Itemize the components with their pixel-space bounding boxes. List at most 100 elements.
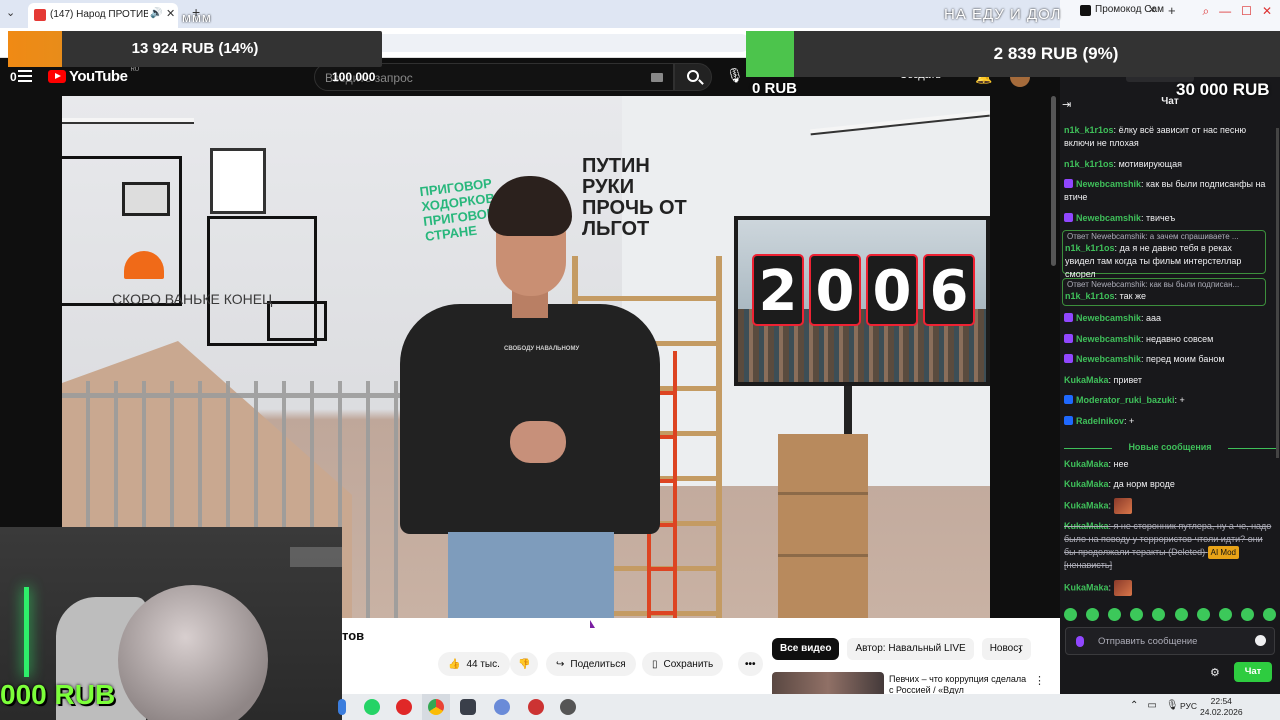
video-graffiti-grey: СКОРО ВАНЬКЕ КОНЕЦ — [112, 291, 273, 307]
chat-username[interactable]: KukaMaka — [1064, 521, 1109, 531]
emote-icon[interactable] — [1240, 608, 1254, 621]
chat-username[interactable]: n1k_k1r1os — [1065, 243, 1115, 253]
chat-message: Radelnikov: + — [1064, 415, 1272, 428]
chat-username[interactable]: Newebcamshik — [1076, 179, 1141, 189]
video-tv-screen: 2 0 0 6 — [734, 216, 990, 386]
microphone-icon[interactable]: 🎙 — [726, 67, 746, 87]
chat-username[interactable]: KukaMaka — [1064, 459, 1109, 469]
emote-icon[interactable] — [1086, 608, 1100, 621]
window-controls: ⌕ — ☐ ✕ — [1202, 4, 1272, 19]
taskbar: ⌃ ▭ 🎙 РУС 22:54 24.02.2026 — [338, 694, 1280, 720]
gamepad-icon[interactable] — [460, 699, 476, 715]
maximize-icon[interactable]: ☐ — [1241, 4, 1252, 19]
search-icon[interactable]: ⌕ — [1202, 4, 1209, 19]
recommended-title[interactable]: Певчих – что коррупция сделала с Россией… — [889, 674, 1027, 696]
recommended-video[interactable]: Певчих – что коррупция сделала с Россией… — [772, 672, 1058, 696]
save-button[interactable]: ▯ Сохранить — [642, 652, 724, 676]
emote-icon[interactable] — [1130, 608, 1144, 621]
video-lamp — [62, 118, 194, 124]
filter-chips: Все видео Автор: Навальный LIVE Новост — [772, 638, 1031, 660]
chat-username[interactable]: n1k_k1r1os — [1064, 125, 1114, 135]
emote-icon[interactable] — [1174, 608, 1188, 621]
chat-username[interactable]: Newebcamshik — [1076, 313, 1141, 323]
emote-icon[interactable] — [1196, 608, 1210, 621]
mic-tray-icon[interactable]: 🎙 — [1166, 700, 1179, 711]
chat-username[interactable]: KukaMaka — [1064, 500, 1109, 510]
goal-start-label: 0 RUB — [752, 80, 798, 97]
tab-title: (147) Народ ПРОТИВ Пути — [50, 9, 148, 20]
keyboard-icon[interactable] — [651, 73, 663, 82]
chat-text: да норм вроде — [1113, 479, 1175, 489]
whatsapp-icon[interactable] — [364, 699, 380, 715]
more-actions-button[interactable]: ••• — [738, 652, 763, 676]
chat-message: Newebcamshik: твичеъ — [1064, 212, 1272, 225]
chat-scrollbar[interactable] — [1276, 128, 1279, 458]
chip-author[interactable]: Автор: Навальный LIVE — [847, 638, 974, 660]
settings-icon[interactable] — [560, 699, 576, 715]
network-icon[interactable]: ▭ — [1147, 700, 1156, 711]
youtube-logo[interactable]: YouTube RU — [48, 67, 139, 85]
chat-username[interactable]: Newebcamshik — [1076, 354, 1141, 364]
chat-username[interactable]: Moderator_ruki_bazuki — [1076, 395, 1175, 405]
video-thumbnail[interactable] — [772, 672, 884, 696]
more-vert-icon[interactable]: ⋮ — [1034, 674, 1045, 687]
emote-icon[interactable] — [1262, 608, 1276, 621]
chat-message-input[interactable]: Отправить сообщение — [1065, 627, 1275, 655]
emote-icon[interactable] — [1108, 608, 1122, 621]
chat-text: твичеъ — [1146, 213, 1176, 223]
chat-username[interactable]: KukaMaka — [1064, 582, 1109, 592]
search-button[interactable] — [674, 63, 712, 91]
emote-bar — [1064, 608, 1276, 624]
screen: ⌄ (147) Народ ПРОТИВ Пути 🔊 ✕ + YouTube … — [0, 0, 1280, 720]
mic-badge-icon — [1064, 213, 1073, 222]
like-button[interactable]: 👍 44 тыс. — [438, 652, 510, 676]
clock[interactable]: 22:54 24.02.2026 — [1200, 696, 1243, 718]
app-icon[interactable] — [494, 699, 510, 715]
emote-icon[interactable] — [1218, 608, 1232, 621]
app-icon[interactable] — [338, 699, 346, 715]
language-indicator[interactable]: РУС — [1180, 701, 1197, 711]
chat-username[interactable]: KukaMaka — [1064, 479, 1109, 489]
share-button[interactable]: ↪ Поделиться — [546, 652, 636, 676]
page-scrollbar[interactable] — [1051, 96, 1056, 266]
menu-icon[interactable] — [18, 70, 32, 82]
chat-send-button[interactable]: Чат — [1234, 662, 1272, 682]
chip-all-videos[interactable]: Все видео — [772, 638, 840, 660]
player-margin — [990, 96, 1060, 618]
new-tab-icon[interactable]: + — [1168, 3, 1176, 18]
chevron-right-icon[interactable]: › — [1018, 642, 1022, 657]
chat-text: привет — [1113, 375, 1142, 385]
chrome-icon[interactable] — [428, 699, 444, 715]
reply-context: Ответ Newebcamshik: а зачем спрашиваете … — [1067, 232, 1239, 241]
minimize-icon[interactable]: — — [1219, 4, 1231, 19]
close-icon[interactable]: ✕ — [166, 7, 175, 20]
tab-list-chevron-icon[interactable]: ⌄ — [6, 6, 22, 22]
emote-icon[interactable] — [1064, 608, 1077, 621]
chat-username[interactable]: Newebcamshik — [1076, 334, 1141, 344]
thumbs-up-icon: 👍 — [448, 658, 461, 670]
gear-icon[interactable]: ⚙ — [1210, 666, 1220, 679]
close-window-icon[interactable]: ✕ — [1262, 4, 1272, 19]
browser-tab-active[interactable]: (147) Народ ПРОТИВ Пути 🔊 ✕ — [28, 3, 178, 28]
obs-icon[interactable] — [528, 699, 544, 715]
dislike-button[interactable]: 👎 — [510, 652, 539, 676]
emote-icon[interactable] — [1113, 498, 1132, 514]
speaker-icon[interactable]: 🔊 — [150, 8, 162, 19]
goal-label: 13 924 RUB (14%) — [131, 40, 259, 57]
chat-username[interactable]: n1k_k1r1os — [1065, 291, 1115, 301]
emote-icon[interactable] — [1152, 608, 1166, 621]
chat-username[interactable]: Newebcamshik — [1076, 213, 1141, 223]
chat-username[interactable]: KukaMaka — [1064, 375, 1109, 385]
emote-icon[interactable] — [1113, 580, 1132, 596]
opera-icon[interactable] — [396, 699, 412, 715]
video-photo-frame — [122, 182, 170, 216]
microphone-icon[interactable] — [1076, 636, 1084, 647]
chip-new[interactable]: Новост — [981, 638, 1031, 660]
chat-username[interactable]: n1k_k1r1os — [1064, 159, 1114, 169]
emoji-icon[interactable] — [1255, 635, 1266, 646]
mod-reason: [ненависть] — [1064, 560, 1113, 570]
tray-chevron-icon[interactable]: ⌃ — [1130, 700, 1138, 711]
chat-message: KukaMaka: привет — [1064, 375, 1142, 385]
chat-username[interactable]: Radelnikov — [1076, 416, 1124, 426]
close-icon[interactable]: ✕ — [1148, 5, 1156, 16]
